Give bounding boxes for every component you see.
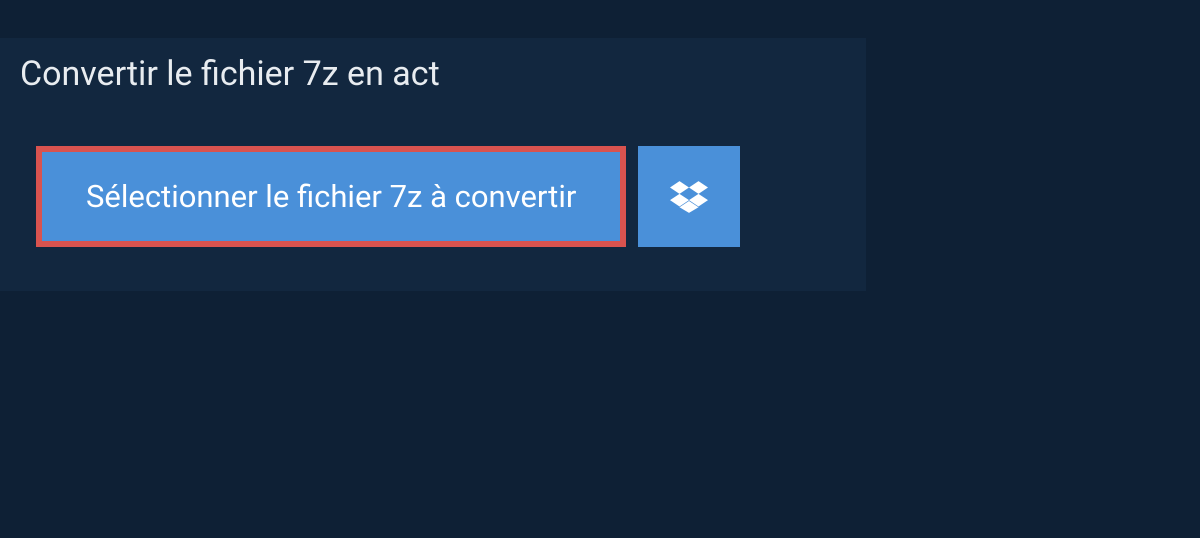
select-file-button-label: Sélectionner le fichier 7z à convertir (86, 178, 576, 215)
dropbox-icon (670, 178, 708, 216)
converter-panel: Convertir le fichier 7z en act Sélection… (0, 38, 866, 291)
dropbox-button[interactable] (638, 146, 740, 247)
select-file-button[interactable]: Sélectionner le fichier 7z à convertir (36, 146, 626, 247)
button-row: Sélectionner le fichier 7z à convertir (36, 146, 866, 247)
title-bar: Convertir le fichier 7z en act (0, 38, 468, 110)
page-title: Convertir le fichier 7z en act (20, 54, 440, 94)
